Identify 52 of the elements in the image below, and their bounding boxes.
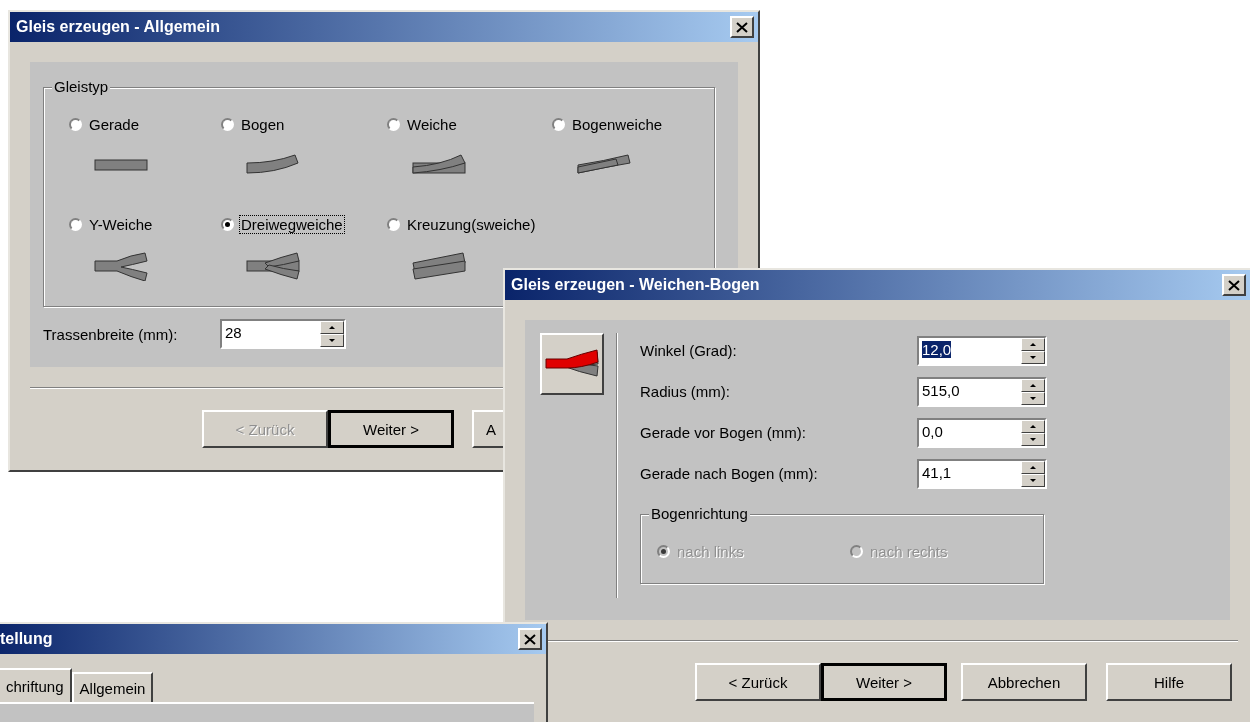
close-button[interactable] (730, 16, 754, 38)
number-field[interactable]: 41,1 (917, 458, 1047, 489)
radio-label[interactable]: Bogenweiche (571, 116, 664, 133)
radio-label[interactable]: Weiche (406, 116, 458, 133)
window-title: Gleis erzeugen - Weichen-Bogen (511, 276, 760, 294)
close-icon (524, 633, 536, 645)
radio-button[interactable] (69, 218, 82, 231)
window-title: Gleis erzeugen - Allgemein (16, 18, 220, 36)
radio-button[interactable] (387, 118, 400, 131)
track-icon (245, 251, 301, 281)
field-label: Gerade nach Bogen (mm): (640, 465, 819, 482)
spin-down-button[interactable] (320, 334, 344, 347)
track-icon (93, 251, 149, 281)
spin-up-button[interactable] (1021, 460, 1045, 474)
group-title: Gleistyp (52, 78, 111, 95)
number-field[interactable]: 28 (220, 319, 346, 349)
dialog-button[interactable]: < Zurück (695, 663, 821, 701)
radio-button[interactable] (221, 118, 234, 131)
radio-label[interactable]: Kreuzung(sweiche) (406, 216, 537, 233)
tab[interactable]: Allgemein (71, 672, 154, 702)
radio-button[interactable] (387, 218, 400, 231)
track-icon (411, 251, 467, 281)
radio-button[interactable] (552, 118, 565, 131)
close-icon (1228, 279, 1240, 291)
field-label: Winkel (Grad): (640, 342, 738, 359)
radio-label[interactable]: Dreiwegweiche (240, 216, 344, 233)
spin-up-button[interactable] (1021, 337, 1045, 351)
dialog-button[interactable]: Hilfe (1106, 663, 1232, 701)
spin-up-button[interactable] (320, 321, 344, 334)
tab[interactable]: chriftung (0, 668, 72, 702)
radio-label[interactable]: Bogen (240, 116, 286, 133)
close-button[interactable] (518, 628, 542, 650)
number-field[interactable]: 12,0 (917, 335, 1047, 366)
turnout-button[interactable] (540, 333, 604, 395)
close-button[interactable] (1222, 274, 1246, 296)
field-label: Radius (mm): (640, 383, 731, 400)
group-title: Bogenrichtung (649, 505, 750, 522)
spin-up-button[interactable] (1021, 419, 1045, 433)
radio-button[interactable] (69, 118, 82, 131)
number-field[interactable]: 515,0 (917, 376, 1047, 407)
close-icon (736, 21, 748, 33)
field-label: Gerade vor Bogen (mm): (640, 424, 807, 441)
number-field[interactable]: 0,0 (917, 417, 1047, 448)
dialog-button[interactable]: Abbrechen (961, 663, 1087, 701)
spin-up-button[interactable] (1021, 378, 1045, 392)
radio-label[interactable]: Y-Weiche (88, 216, 154, 233)
field-label: Trassenbreite (mm): (43, 325, 179, 343)
radio-label[interactable]: Gerade (88, 116, 141, 133)
dialog-button[interactable]: Weiter > (328, 410, 454, 448)
dialog-button[interactable]: Weiter > (821, 663, 947, 701)
radio-button[interactable] (221, 218, 234, 231)
window-title: tellung (0, 630, 53, 648)
